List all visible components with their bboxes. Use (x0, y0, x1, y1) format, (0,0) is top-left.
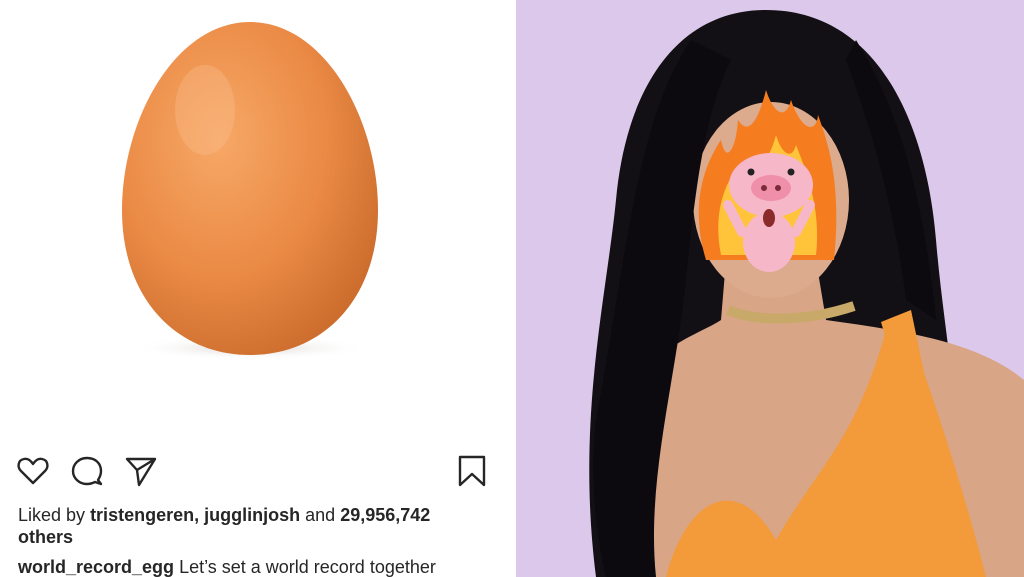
portrait-photo (516, 0, 1024, 577)
like-count[interactable]: 29,956,742 (340, 505, 430, 525)
celebrity-photo-panel (516, 0, 1024, 577)
instagram-post: Liked by tristengeren, jugglinjosh and 2… (0, 0, 516, 577)
post-caption: world_record_egg Let’s set a world recor… (18, 556, 516, 577)
send-icon[interactable] (124, 454, 158, 488)
likes-summary: Liked by tristengeren, jugglinjosh and 2… (18, 504, 488, 548)
others-label[interactable]: others (18, 527, 73, 547)
liked-by-label: Liked by (18, 505, 86, 525)
egg-photo (122, 22, 378, 360)
and-label: and (305, 505, 336, 525)
caption-username[interactable]: world_record_egg (18, 557, 174, 577)
bookmark-icon[interactable] (455, 454, 489, 488)
heart-icon[interactable] (16, 454, 50, 488)
liker-username[interactable]: jugglinjosh (204, 505, 300, 525)
liker-username[interactable]: tristengeren, (90, 505, 199, 525)
post-action-bar (0, 446, 516, 496)
caption-text: Let’s set a world record together (179, 557, 436, 577)
comment-icon[interactable] (70, 454, 104, 488)
